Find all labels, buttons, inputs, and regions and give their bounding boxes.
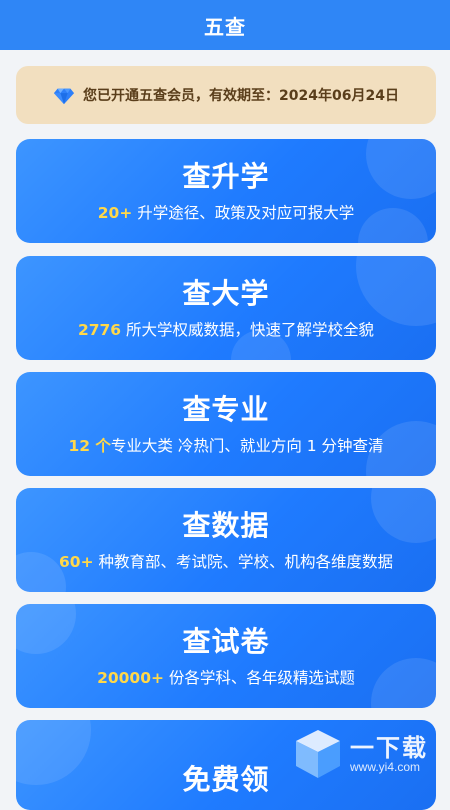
card-title: 查试卷 bbox=[182, 625, 270, 658]
card-highlight: 20+ bbox=[97, 204, 133, 222]
card-subtitle: 2776 所大学权威数据，快速了解学校全貌 bbox=[16, 318, 436, 340]
card-title: 免费领 bbox=[182, 763, 270, 796]
diamond-icon bbox=[53, 88, 75, 105]
page-title: 五查 bbox=[204, 14, 246, 39]
card-title: 查升学 bbox=[182, 160, 270, 193]
card-free-claim[interactable]: 免费领 bbox=[16, 720, 436, 810]
card-desc: 所大学权威数据，快速了解学校全貌 bbox=[121, 321, 375, 339]
card-title: 查数据 bbox=[182, 509, 270, 542]
card-check-major[interactable]: 查专业 12 个专业大类 冷热门、就业方向 1 分钟查清 bbox=[16, 372, 436, 476]
card-highlight: 60+ bbox=[59, 553, 94, 571]
card-highlight: 20000+ bbox=[97, 669, 164, 687]
card-title: 查大学 bbox=[182, 277, 270, 310]
card-highlight: 12 个 bbox=[68, 437, 111, 455]
card-subtitle: 20000+ 份各学科、各年级精选试题 bbox=[16, 666, 436, 688]
card-title: 查专业 bbox=[182, 393, 270, 426]
card-subtitle: 20+ 升学途径、政策及对应可报大学 bbox=[16, 201, 436, 223]
card-subtitle: 60+ 种教育部、考试院、学校、机构各维度数据 bbox=[16, 550, 436, 572]
card-desc: 升学途径、政策及对应可报大学 bbox=[132, 204, 355, 222]
card-check-admission[interactable]: 查升学 20+ 升学途径、政策及对应可报大学 bbox=[16, 139, 436, 243]
card-desc: 份各学科、各年级精选试题 bbox=[163, 669, 355, 687]
card-desc: 种教育部、考试院、学校、机构各维度数据 bbox=[93, 553, 393, 571]
card-highlight: 2776 bbox=[77, 321, 122, 339]
card-check-university[interactable]: 查大学 2776 所大学权威数据，快速了解学校全貌 bbox=[16, 256, 436, 360]
card-check-exam-papers[interactable]: 查试卷 20000+ 份各学科、各年级精选试题 bbox=[16, 604, 436, 708]
membership-text: 您已开通五查会员，有效期至：2024年06月24日 bbox=[83, 88, 399, 104]
card-desc: 专业大类 冷热门、就业方向 1 分钟查清 bbox=[110, 437, 384, 455]
page-header: 五查 bbox=[0, 0, 450, 50]
card-subtitle: 12 个专业大类 冷热门、就业方向 1 分钟查清 bbox=[16, 434, 436, 456]
membership-banner[interactable]: 您已开通五查会员，有效期至：2024年06月24日 bbox=[16, 66, 436, 124]
card-check-data[interactable]: 查数据 60+ 种教育部、考试院、学校、机构各维度数据 bbox=[16, 488, 436, 592]
